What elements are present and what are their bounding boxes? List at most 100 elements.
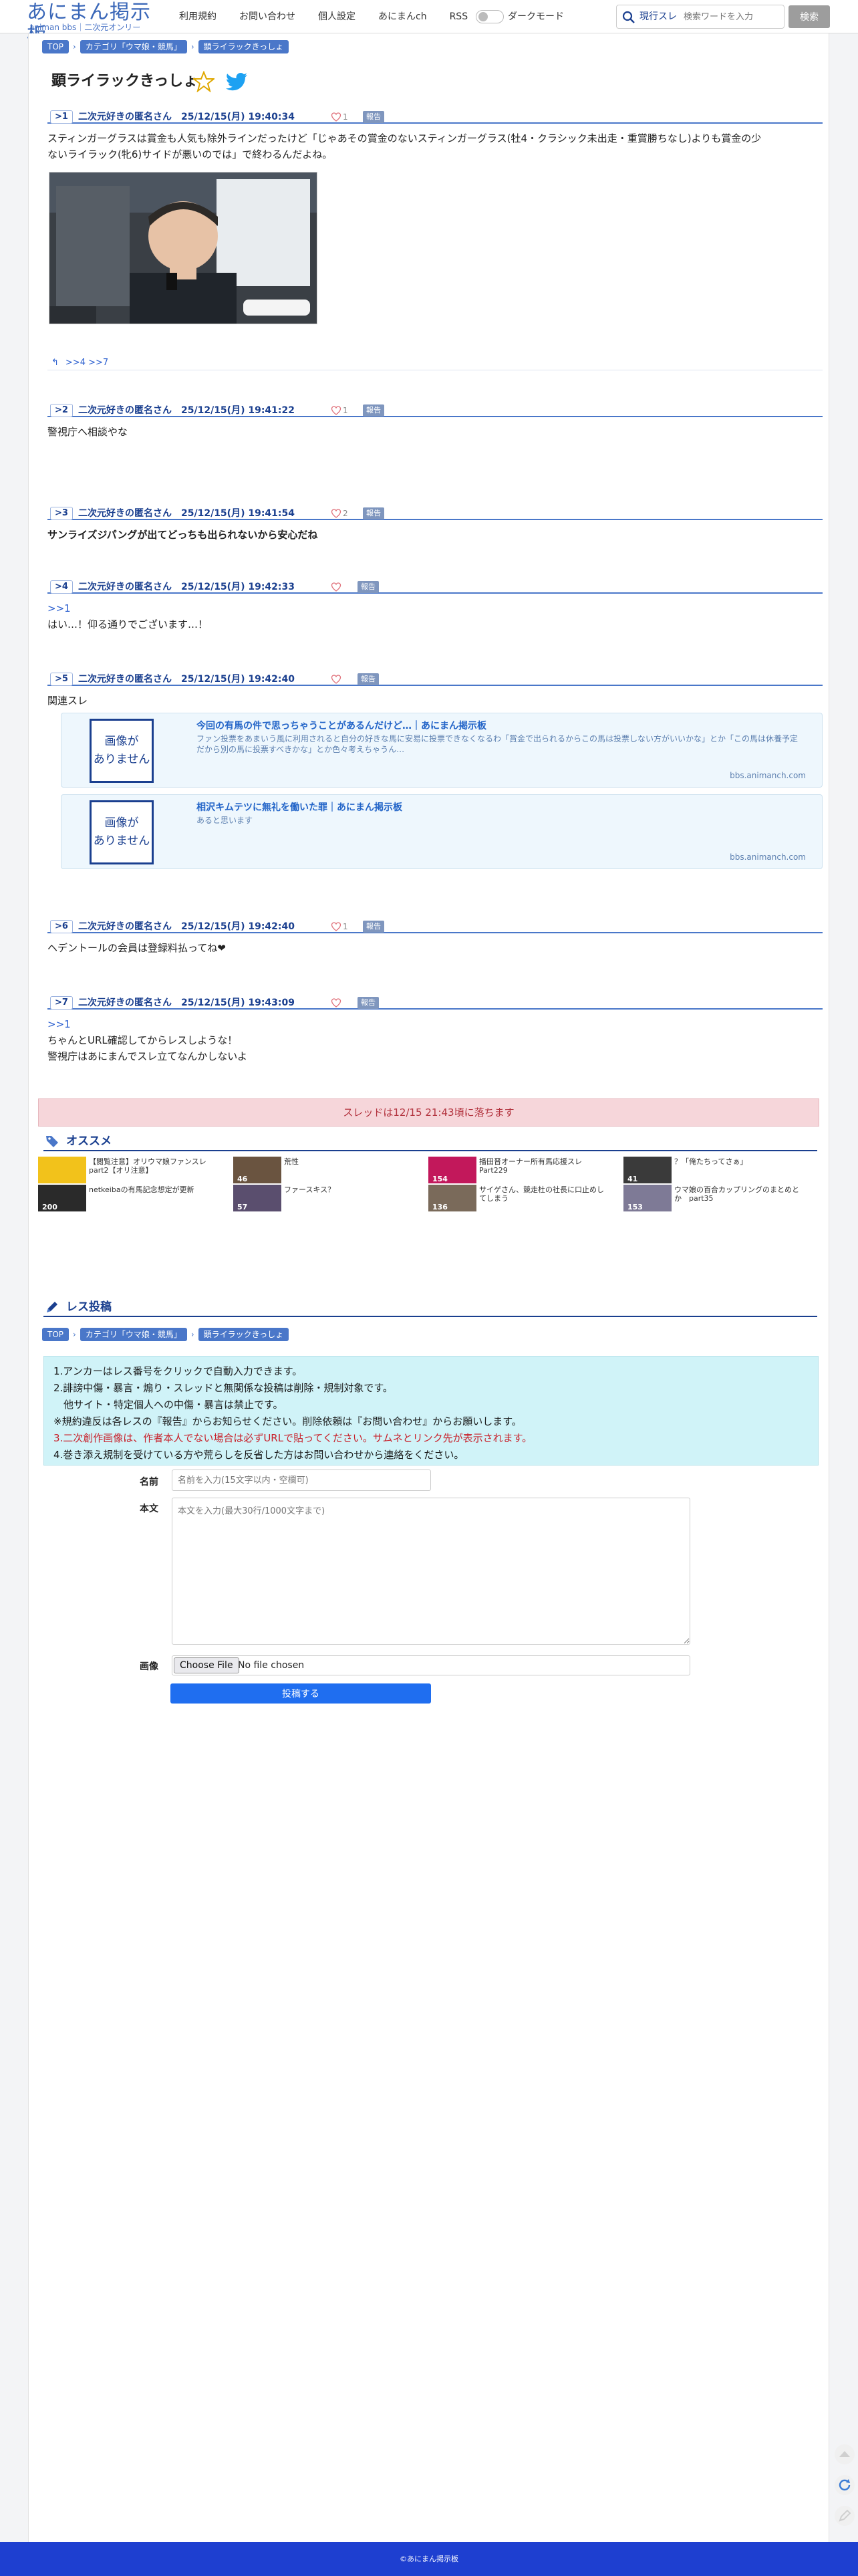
- like-count: 2: [343, 509, 348, 518]
- tag-icon: [46, 1136, 58, 1147]
- post-body: 警視庁へ相談やな: [47, 424, 816, 440]
- post-line: ヘデントールの会員は登録料払ってね❤: [47, 942, 226, 954]
- site-logo[interactable]: あにまん掲示板 animan bbs｜二次元オンリー: [27, 1, 167, 47]
- post-body: スティンガーグラスは賞金も人気も除外ラインだったけど「じゃあその賞金のないスティ…: [47, 130, 816, 162]
- heart-icon[interactable]: [331, 674, 341, 685]
- report-button[interactable]: 報告: [363, 111, 384, 123]
- post-number[interactable]: >3: [50, 507, 73, 520]
- search-icon: [622, 11, 635, 23]
- recommend-item[interactable]: 154 播田晋オーナー所有馬応援スレPart229: [428, 1157, 610, 1183]
- heart-icon[interactable]: [331, 921, 341, 932]
- breadcrumb-top[interactable]: TOP: [42, 1328, 69, 1341]
- no-image-text: ありません: [93, 753, 150, 766]
- report-button[interactable]: 報告: [363, 507, 384, 519]
- post-6: >6 二次元好きの匿名さん 25/12/15(月) 19:42:40 1 報告 …: [47, 920, 823, 960]
- breadcrumb-category[interactable]: カテゴリ「ウマ娘・競馬」: [80, 1328, 187, 1341]
- breadcrumb-category[interactable]: カテゴリ「ウマ娘・競馬」: [80, 40, 187, 53]
- recommend-heading: オススメ: [43, 1133, 817, 1151]
- post-line: 関連スレ: [47, 695, 88, 707]
- post-5: >5 二次元好きの匿名さん 25/12/15(月) 19:42:40 報告 関連…: [47, 673, 823, 920]
- heart-icon[interactable]: [331, 582, 341, 592]
- like-count: 1: [343, 112, 348, 122]
- search-input[interactable]: [684, 9, 781, 25]
- recommend-item[interactable]: 【閲覧注意】オリウマ娘ファンスレ part2【オリ注意】: [38, 1157, 220, 1183]
- menu-settings[interactable]: 個人設定: [318, 0, 355, 33]
- report-button[interactable]: 報告: [358, 673, 379, 685]
- menu-rss[interactable]: RSS: [450, 0, 468, 33]
- link-card[interactable]: 画像が ありません 今回の有馬の件で思っちゃうことがあるんだけど…｜あにまん掲示…: [61, 713, 823, 788]
- comment-count: 136: [432, 1203, 448, 1211]
- anchor-link[interactable]: >>1: [47, 600, 816, 616]
- body-textarea[interactable]: [172, 1498, 690, 1645]
- post-line: ないライラック(牝6)サイドが悪いのでは」で終わるんだよね。: [47, 148, 333, 160]
- reload-button[interactable]: [835, 2475, 855, 2495]
- post-line: ちゃんとURL確認してからレスしような！: [47, 1034, 238, 1046]
- thread-title: 顕ライラックきっしょ: [51, 73, 198, 90]
- post-1: >1 二次元好きの匿名さん 25/12/15(月) 19:40:34 1 報告 …: [47, 110, 823, 371]
- recommend-item[interactable]: 41 ？「俺たちってさぁ」: [623, 1157, 805, 1183]
- recommend-item[interactable]: 57 ファースキス？: [233, 1185, 415, 1211]
- report-button[interactable]: 報告: [363, 921, 384, 933]
- card-description: ファン投票をあまいう風に利用されると自分の好きな馬に安易に投票できなくなるわ「賞…: [196, 734, 799, 754]
- reply-form-heading: レス投稿: [43, 1298, 817, 1317]
- search-button[interactable]: 検索: [789, 5, 830, 28]
- dark-mode-toggle[interactable]: [476, 10, 504, 23]
- breadcrumb-thread[interactable]: 顕ライラックきっしょ: [198, 1328, 289, 1341]
- post-line: はい…！仰る通りでございます…！: [47, 618, 208, 630]
- choose-file-button[interactable]: Choose File: [174, 1657, 239, 1673]
- heart-icon[interactable]: [331, 508, 341, 519]
- recommend-title: ウマ娘の百合カップリングのまとめとか part35: [674, 1185, 799, 1203]
- post-image[interactable]: [49, 172, 317, 324]
- post-body: ヘデントールの会員は登録料払ってね❤: [47, 940, 816, 956]
- reply-form-heading-text: レス投稿: [66, 1300, 112, 1314]
- reply-links: ↰ >>4 >>7: [51, 358, 115, 368]
- heart-icon[interactable]: [331, 112, 341, 122]
- rule-line-warning: 3.二次創作画像は、作者本人でない場合は必ずURLで貼ってください。サムネとリン…: [53, 1432, 533, 1444]
- menu-terms[interactable]: 利用規約: [179, 0, 217, 33]
- image-file-input[interactable]: Choose File No file chosen: [172, 1655, 690, 1675]
- post-number[interactable]: >1: [50, 110, 73, 124]
- post-number[interactable]: >2: [50, 404, 73, 417]
- reply-anchors[interactable]: >>4 >>7: [65, 358, 108, 368]
- recommend-item[interactable]: 200 netkeibaの有馬記念想定が更新: [38, 1185, 220, 1211]
- heart-icon[interactable]: [331, 405, 341, 416]
- post-body: 関連スレ: [47, 693, 816, 709]
- write-button[interactable]: [835, 2506, 855, 2526]
- post-header: >2 二次元好きの匿名さん 25/12/15(月) 19:41:22 1 報告: [47, 404, 823, 417]
- report-button[interactable]: 報告: [358, 581, 379, 593]
- report-button[interactable]: 報告: [363, 404, 384, 417]
- post-number[interactable]: >7: [50, 996, 73, 1010]
- pen-icon: [47, 1302, 57, 1312]
- post-number[interactable]: >6: [50, 920, 73, 933]
- recommend-item[interactable]: 46 荒性: [233, 1157, 415, 1183]
- menu-animanch[interactable]: あにまんch: [378, 0, 427, 33]
- post-number[interactable]: >5: [50, 673, 73, 686]
- post-line: 警視庁はあにまんでスレ立てなんかしないよ: [47, 1050, 247, 1062]
- search-scope[interactable]: 現行スレ: [639, 5, 677, 28]
- no-image-text: 画像が: [104, 735, 139, 748]
- comment-count: 154: [432, 1175, 448, 1183]
- post-meta: 二次元好きの匿名さん 25/12/15(月) 19:42:40: [78, 674, 295, 685]
- post-2: >2 二次元好きの匿名さん 25/12/15(月) 19:41:22 1 報告 …: [47, 404, 823, 471]
- report-button[interactable]: 報告: [358, 997, 379, 1009]
- comment-count: 200: [42, 1203, 57, 1211]
- name-field[interactable]: [172, 1470, 431, 1491]
- submit-button[interactable]: 投稿する: [170, 1683, 431, 1704]
- recommend-item[interactable]: 136 サイゲさん、競走杜の社長に口止めしてしまう: [428, 1185, 610, 1211]
- breadcrumb-top[interactable]: TOP: [42, 40, 69, 53]
- post-number[interactable]: >4: [50, 580, 73, 594]
- recommend-title: ？「俺たちってさぁ」: [674, 1157, 748, 1166]
- scroll-top-button[interactable]: [835, 2444, 855, 2464]
- menu-contact[interactable]: お問い合わせ: [239, 0, 295, 33]
- recommend-item[interactable]: 153 ウマ娘の百合カップリングのまとめとか part35: [623, 1185, 805, 1211]
- link-card[interactable]: 画像が ありません 相沢キムテツに無礼を働いた罪｜あにまん掲示板 あると思います…: [61, 794, 823, 869]
- star-icon[interactable]: [193, 71, 214, 92]
- recommend-title: ファースキス？: [284, 1185, 335, 1194]
- breadcrumb-thread[interactable]: 顕ライラックきっしょ: [198, 40, 289, 53]
- heart-icon[interactable]: [331, 998, 341, 1008]
- twitter-bird-icon[interactable]: [225, 72, 248, 92]
- anchor-link[interactable]: >>1: [47, 1016, 816, 1032]
- card-title: 今回の有馬の件で思っちゃうことがあるんだけど…｜あにまん掲示板: [196, 721, 486, 731]
- breadcrumb-separator: ›: [73, 1330, 76, 1339]
- post-meta: 二次元好きの匿名さん 25/12/15(月) 19:41:22: [78, 405, 295, 416]
